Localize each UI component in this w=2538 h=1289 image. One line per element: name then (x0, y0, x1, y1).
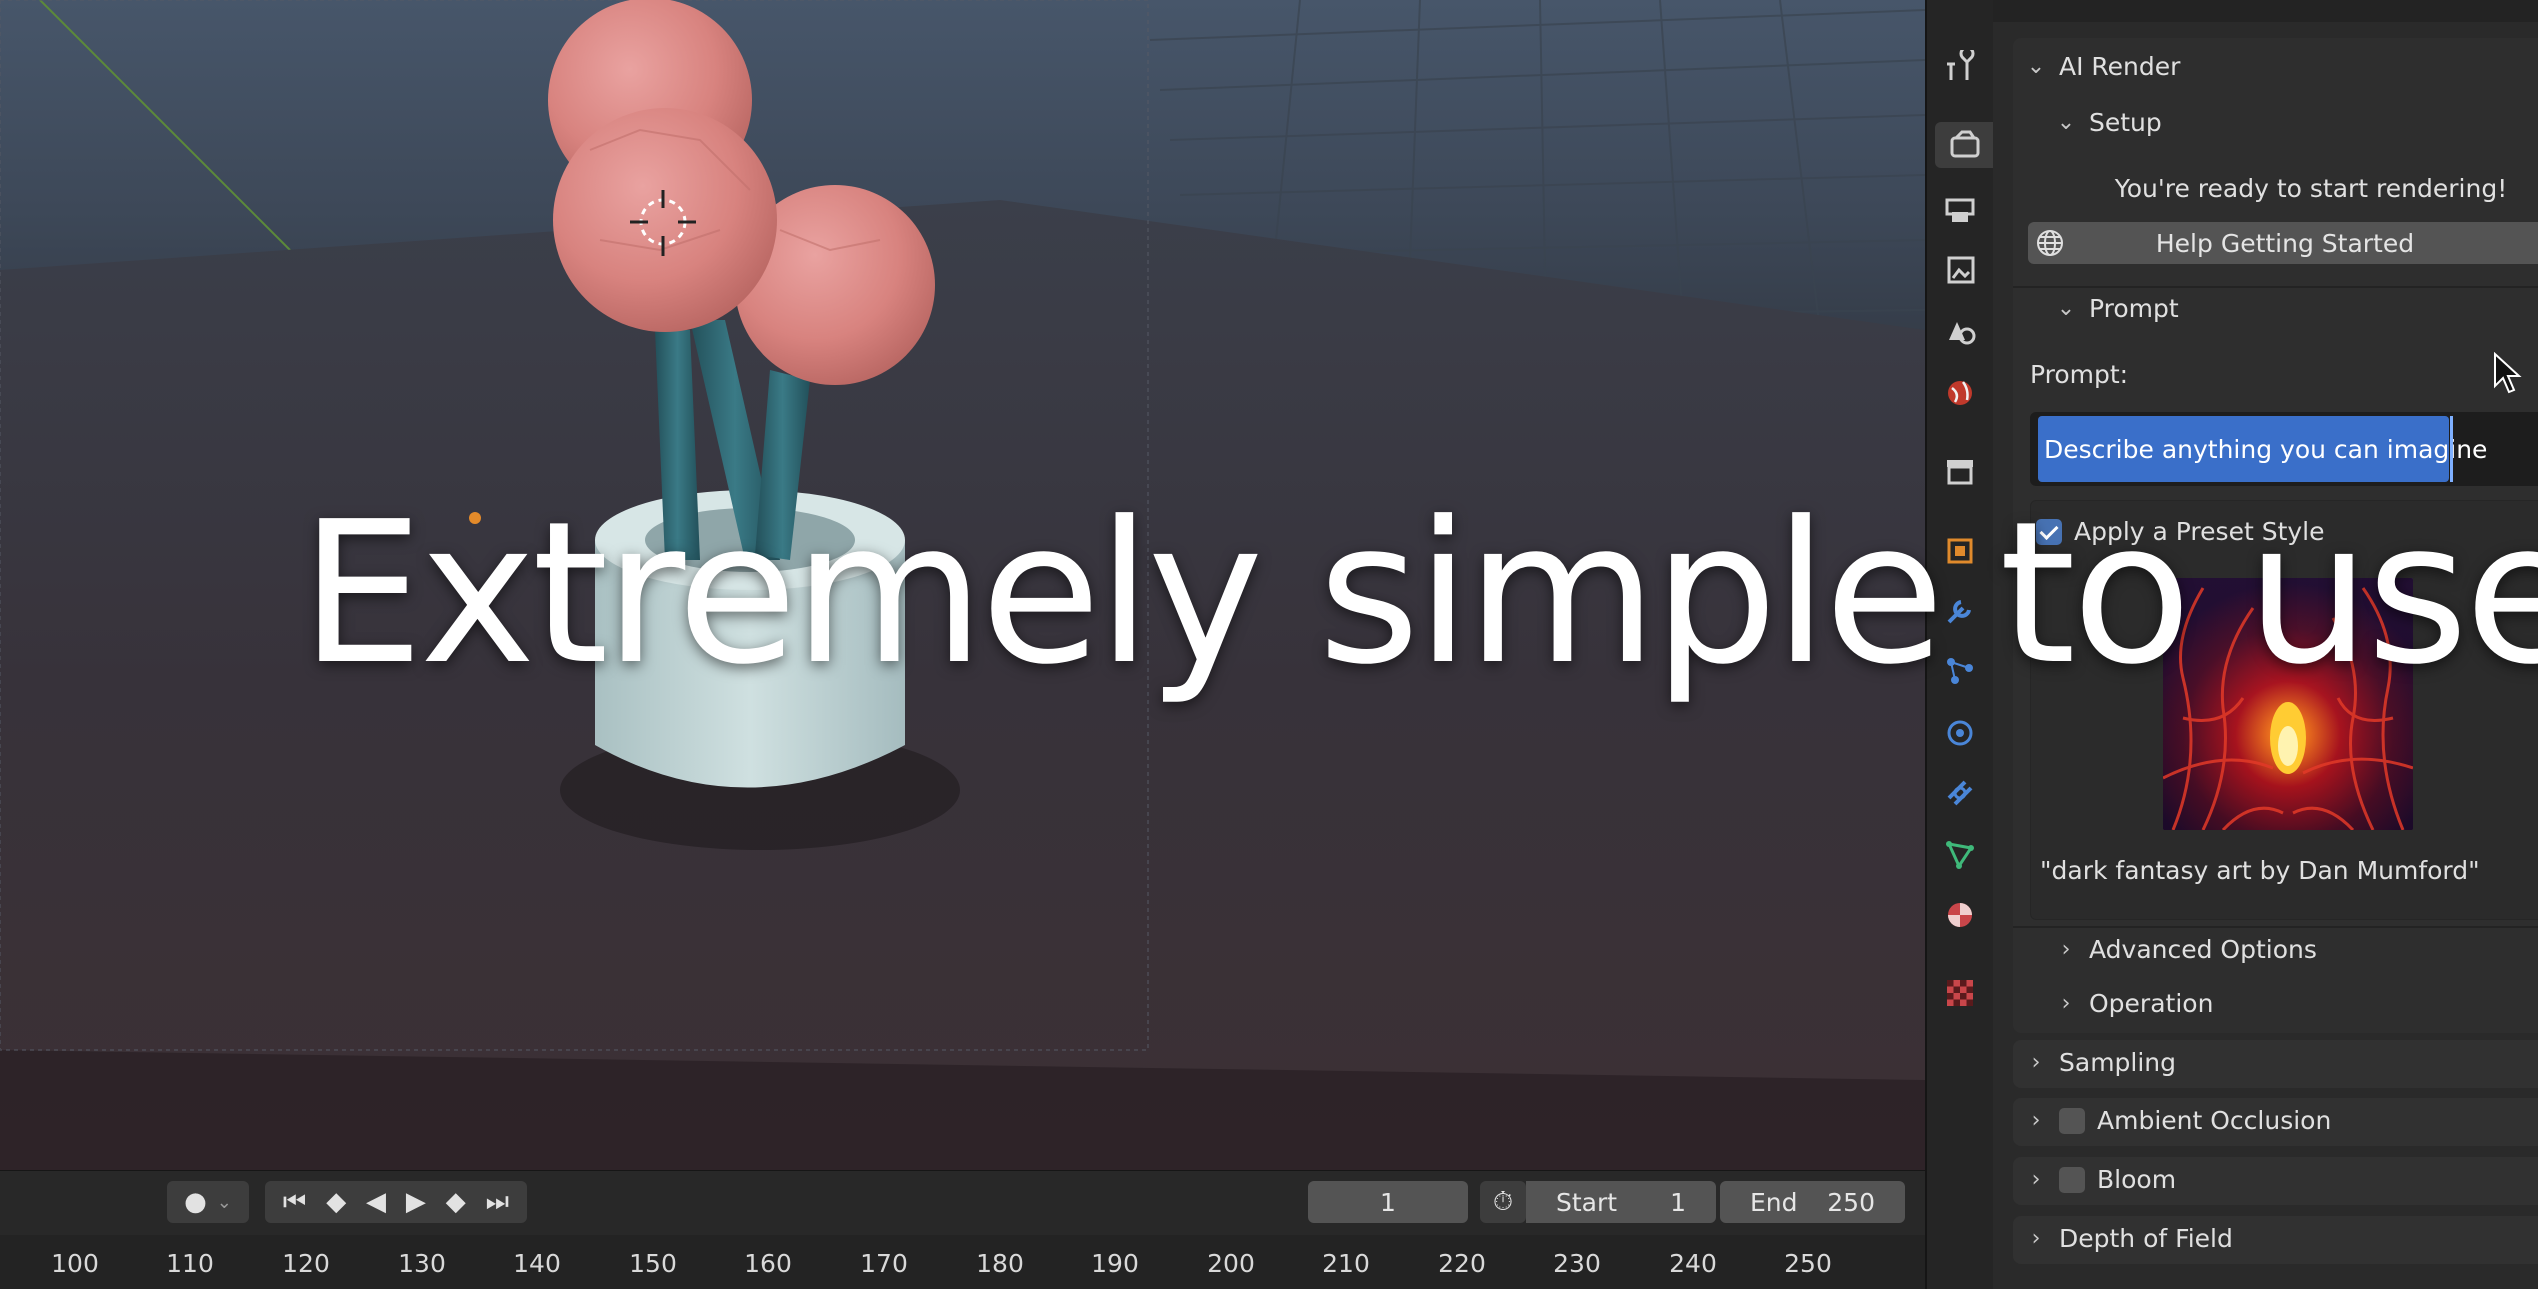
next-keyframe-icon[interactable]: ◆ (446, 1187, 466, 1217)
setup-header[interactable]: ⌄ Setup (2053, 108, 2162, 137)
text-cursor (2450, 416, 2453, 482)
ruler-tick: 170 (860, 1249, 908, 1278)
start-value: 1 (1670, 1187, 1686, 1217)
ruler-tick: 120 (282, 1249, 330, 1278)
ruler-tick: 160 (744, 1249, 792, 1278)
chevron-right-icon: › (2031, 1167, 2041, 1192)
chevron-down-icon: ⌄ (2056, 110, 2076, 135)
overlay-caption: Extremely simple to use (300, 480, 2538, 708)
setup-title: Setup (2089, 108, 2162, 137)
texture-icon[interactable] (1937, 970, 1983, 1016)
keyframe-record-button[interactable]: ● ⌄ (167, 1181, 249, 1223)
chevron-down-icon: ⌄ (2056, 296, 2076, 321)
ambient-occlusion-checkbox[interactable] (2059, 1107, 2085, 1134)
chevron-right-icon: › (2061, 937, 2071, 962)
chevron-right-icon: › (2061, 991, 2071, 1016)
play-reverse-icon[interactable]: ◀ (366, 1187, 386, 1217)
depth-of-field-title: Depth of Field (2059, 1224, 2233, 1253)
ruler-tick: 190 (1091, 1249, 1139, 1278)
start-frame-field[interactable]: Start 1 (1526, 1181, 1716, 1223)
bloom-title: Bloom (2097, 1165, 2177, 1194)
chevron-down-icon: ⌄ (216, 1191, 232, 1213)
ruler-tick: 250 (1784, 1249, 1832, 1278)
prompt-label: Prompt: (2030, 360, 2129, 389)
properties-header (1993, 0, 2538, 22)
setup-status: You're ready to start rendering! (2114, 174, 2508, 203)
playback-controls: ⏮ ◆ ◀ ▶ ◆ ⏭ (265, 1181, 527, 1223)
timeline: ● ⌄ ⏮ ◆ ◀ ▶ ◆ ⏭ 1 ⏱ Start 1 End 250 100 … (0, 1170, 1925, 1289)
sampling-title: Sampling (2059, 1048, 2177, 1077)
scene-icon[interactable] (1937, 308, 1983, 354)
ruler-tick: 180 (976, 1249, 1024, 1278)
ai-render-title: AI Render (2059, 52, 2181, 81)
jump-start-icon[interactable]: ⏮ (283, 1187, 306, 1218)
output-icon[interactable] (1937, 186, 1983, 232)
ruler-tick: 210 (1322, 1249, 1370, 1278)
start-label: Start (1556, 1187, 1618, 1217)
depth-of-field-header[interactable]: › Depth of Field (2023, 1224, 2233, 1253)
play-icon[interactable]: ▶ (406, 1187, 426, 1217)
help-getting-started-button[interactable]: Help Getting Started (2028, 222, 2538, 264)
timeline-controls: ● ⌄ ⏮ ◆ ◀ ▶ ◆ ⏭ 1 ⏱ Start 1 End 250 (0, 1171, 1925, 1235)
chevron-right-icon: › (2031, 1050, 2041, 1075)
chevron-down-icon: ⌄ (2026, 54, 2046, 79)
ruler-tick: 130 (398, 1249, 446, 1278)
advanced-options-title: Advanced Options (2089, 935, 2317, 964)
prompt-input-selection: Describe anything you can imagine (2038, 416, 2487, 482)
prompt-title: Prompt (2089, 294, 2179, 323)
jump-end-icon[interactable]: ⏭ (486, 1187, 509, 1218)
data-icon[interactable] (1937, 832, 1983, 878)
globe-icon (2028, 228, 2072, 258)
ruler-tick: 200 (1207, 1249, 1255, 1278)
end-frame-field[interactable]: End 250 (1720, 1181, 1905, 1223)
world-icon[interactable] (1937, 370, 1983, 416)
current-frame-field[interactable]: 1 (1308, 1181, 1468, 1223)
prompt-header[interactable]: ⌄ Prompt (2053, 294, 2179, 323)
tool-icon[interactable] (1937, 44, 1983, 90)
bloom-header[interactable]: › Bloom (2023, 1165, 2176, 1194)
ai-render-header[interactable]: ⌄ AI Render (2023, 52, 2181, 81)
blender-window: { "overlay": {"caption": "Extremely simp… (0, 0, 2538, 1289)
constraints-icon[interactable] (1937, 770, 1983, 816)
end-label: End (1750, 1187, 1798, 1217)
preset-style-caption: "dark fantasy art by Dan Mumford" (2040, 856, 2480, 885)
chevron-right-icon: › (2031, 1108, 2041, 1133)
record-icon: ● (184, 1187, 207, 1217)
prompt-input[interactable]: Describe anything you can imagine (2030, 412, 2538, 486)
render-icon[interactable] (1935, 122, 1995, 168)
end-value: 250 (1827, 1187, 1875, 1217)
flower-head (553, 108, 777, 332)
stopwatch-icon[interactable]: ⏱ (1480, 1181, 1526, 1223)
timeline-ruler[interactable]: 100 110 120 130 140 150 160 170 180 190 … (0, 1235, 1925, 1289)
material-icon[interactable] (1937, 892, 1983, 938)
ruler-tick: 220 (1438, 1249, 1486, 1278)
y-axis-line (39, 0, 291, 251)
mouse-pointer-icon (2493, 351, 2523, 398)
physics-icon[interactable] (1937, 710, 1983, 756)
ambient-occlusion-header[interactable]: › Ambient Occlusion (2023, 1106, 2332, 1135)
bloom-checkbox[interactable] (2059, 1166, 2085, 1193)
ruler-tick: 150 (629, 1249, 677, 1278)
operation-title: Operation (2089, 989, 2214, 1018)
help-button-label: Help Getting Started (2155, 228, 2415, 258)
view-layer-icon[interactable] (1937, 248, 1983, 294)
ruler-tick: 100 (51, 1249, 99, 1278)
prev-keyframe-icon[interactable]: ◆ (326, 1187, 346, 1217)
advanced-options-header[interactable]: › Advanced Options (2053, 935, 2317, 964)
sampling-header[interactable]: › Sampling (2023, 1048, 2176, 1077)
ruler-tick: 110 (166, 1249, 214, 1278)
ruler-tick: 230 (1553, 1249, 1601, 1278)
ruler-tick: 240 (1669, 1249, 1717, 1278)
operation-header[interactable]: › Operation (2053, 989, 2214, 1018)
ruler-tick: 140 (513, 1249, 561, 1278)
ambient-occlusion-title: Ambient Occlusion (2097, 1106, 2332, 1135)
chevron-right-icon: › (2031, 1226, 2041, 1251)
